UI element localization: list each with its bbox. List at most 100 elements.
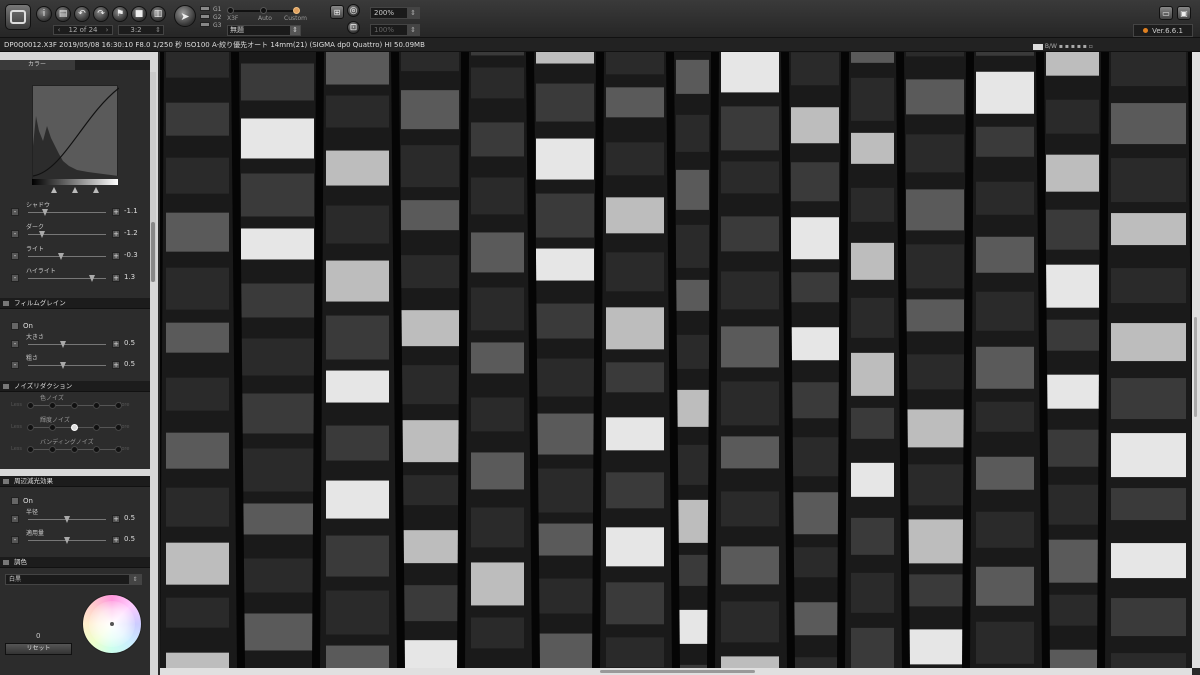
film-grain-header[interactable]: フィルムグレイン xyxy=(0,298,150,309)
g1-swatch[interactable] xyxy=(200,6,210,11)
decrease-button[interactable]: - xyxy=(11,252,19,260)
noise-level-dot[interactable] xyxy=(71,424,78,431)
noise-level-dot[interactable] xyxy=(71,446,78,453)
collapse-icon[interactable] xyxy=(3,301,9,306)
slider-handle[interactable] xyxy=(57,253,64,260)
slider-handle[interactable] xyxy=(42,209,49,216)
noise-level-dot[interactable] xyxy=(49,402,56,409)
slider-handle[interactable] xyxy=(39,231,46,238)
toning-select[interactable]: 白黒 ⇕ xyxy=(5,574,142,585)
vertical-scrollbar[interactable] xyxy=(1192,52,1200,668)
increase-button[interactable]: + xyxy=(112,274,120,282)
noise-header[interactable]: ノイズリダクション xyxy=(0,381,150,392)
noise-level-dot[interactable] xyxy=(93,424,100,431)
film-grain-checkbox[interactable] xyxy=(11,322,19,330)
highlight-point-handle[interactable] xyxy=(93,187,99,193)
prev-frame-icon[interactable]: ‹ xyxy=(54,26,64,34)
noise-level-dot[interactable] xyxy=(27,424,34,431)
window-icon[interactable]: ▭ xyxy=(1159,6,1173,20)
color-wheel-handle[interactable] xyxy=(110,622,114,626)
flag-icon[interactable]: ⚑ xyxy=(112,6,128,22)
image-viewer[interactable] xyxy=(160,52,1192,668)
noise-level-dot[interactable] xyxy=(49,446,56,453)
increase-button[interactable]: + xyxy=(112,340,120,348)
noise-level-dot[interactable] xyxy=(115,424,122,431)
g3-swatch[interactable] xyxy=(200,22,210,27)
noise-level-dot[interactable] xyxy=(27,402,34,409)
tone-curve-histogram[interactable] xyxy=(32,85,120,180)
midtone-point-handle[interactable] xyxy=(72,187,78,193)
increase-button[interactable]: + xyxy=(112,208,120,216)
decrease-button[interactable]: - xyxy=(11,340,19,348)
rotate-left-icon[interactable]: ↶ xyxy=(74,6,90,22)
collapse-icon[interactable] xyxy=(3,560,9,565)
slider-handle[interactable] xyxy=(60,341,67,348)
decrease-button[interactable]: - xyxy=(11,208,19,216)
chevron-down-icon[interactable]: ⇕ xyxy=(153,26,163,34)
fit-icon[interactable]: ⊡ xyxy=(347,21,360,34)
collapse-icon[interactable] xyxy=(3,479,9,484)
track-auto-dot[interactable] xyxy=(260,7,267,14)
slider-handle[interactable] xyxy=(60,362,67,369)
vignette-header[interactable]: 周辺減光効果 xyxy=(0,476,150,487)
chevron-down-icon[interactable]: ⇕ xyxy=(407,8,419,18)
slider-handle[interactable] xyxy=(64,516,70,523)
panel-scroll-thumb[interactable] xyxy=(151,222,155,282)
vscroll-thumb[interactable] xyxy=(1194,317,1197,417)
increase-button[interactable]: + xyxy=(112,230,120,238)
save-icon[interactable]: ■ xyxy=(131,6,147,22)
vignette-checkbox[interactable] xyxy=(11,497,19,505)
noise-level-dot[interactable] xyxy=(49,424,56,431)
loupe-icon[interactable]: ◎ xyxy=(347,4,360,17)
hscroll-thumb[interactable] xyxy=(600,670,755,673)
frame-navigator[interactable]: ‹ 12 of 24 › xyxy=(53,25,113,35)
chevron-down-icon[interactable]: ⇕ xyxy=(129,575,141,584)
noise-level-dot[interactable] xyxy=(71,402,78,409)
track-x3f-dot[interactable] xyxy=(227,7,234,14)
increase-button[interactable]: + xyxy=(112,536,120,544)
increase-button[interactable]: + xyxy=(112,252,120,260)
decrease-button[interactable]: - xyxy=(11,536,19,544)
info-icon[interactable]: i xyxy=(36,6,52,22)
shadow-point-handle[interactable] xyxy=(51,187,57,193)
rotate-right-icon[interactable]: ↷ xyxy=(93,6,109,22)
reset-button[interactable]: リセット xyxy=(5,643,72,655)
app-logo-icon[interactable] xyxy=(5,4,31,30)
zoom-select[interactable]: 200% ⇕ xyxy=(370,7,420,19)
noise-level-dot[interactable] xyxy=(93,402,100,409)
slider-track[interactable] xyxy=(28,365,106,366)
increase-button[interactable]: + xyxy=(112,361,120,369)
decrease-button[interactable]: - xyxy=(11,230,19,238)
fullscreen-icon[interactable]: ▣ xyxy=(1177,6,1191,20)
next-frame-icon[interactable]: › xyxy=(102,26,112,34)
print-icon[interactable]: ▤ xyxy=(55,6,71,22)
noise-level-dot[interactable] xyxy=(27,446,34,453)
toning-header[interactable]: 調色 xyxy=(0,557,150,568)
slider-track[interactable] xyxy=(28,344,106,345)
g2-swatch[interactable] xyxy=(200,14,210,19)
horizontal-scrollbar[interactable] xyxy=(160,668,1192,675)
aspect-select[interactable]: 3:2 ⇕ xyxy=(118,25,164,35)
noise-level-dot[interactable] xyxy=(93,446,100,453)
slider-handle[interactable] xyxy=(64,537,70,544)
tab-other[interactable] xyxy=(75,60,150,70)
chevron-down-icon[interactable]: ⇕ xyxy=(407,25,419,35)
slider-track[interactable] xyxy=(28,212,106,213)
tab-color[interactable]: カラー xyxy=(0,60,75,70)
color-wheel[interactable] xyxy=(82,594,142,654)
decrease-button[interactable]: - xyxy=(11,274,19,282)
develop-icon[interactable]: ➤ xyxy=(174,5,196,27)
slider-handle[interactable] xyxy=(88,275,95,282)
chevron-down-icon[interactable]: ⇕ xyxy=(290,26,300,35)
increase-button[interactable]: + xyxy=(112,515,120,523)
noise-level-dot[interactable] xyxy=(115,446,122,453)
preset-select[interactable]: 無題 ⇕ xyxy=(227,25,301,36)
compare-icon[interactable]: ⊞ xyxy=(330,5,344,19)
decrease-button[interactable]: - xyxy=(11,361,19,369)
noise-level-dot[interactable] xyxy=(115,402,122,409)
decrease-button[interactable]: - xyxy=(11,515,19,523)
slider-track[interactable] xyxy=(28,256,106,257)
trash-icon[interactable]: ▥ xyxy=(150,6,166,22)
panel-scrollbar[interactable] xyxy=(150,72,156,282)
collapse-icon[interactable] xyxy=(3,384,9,389)
